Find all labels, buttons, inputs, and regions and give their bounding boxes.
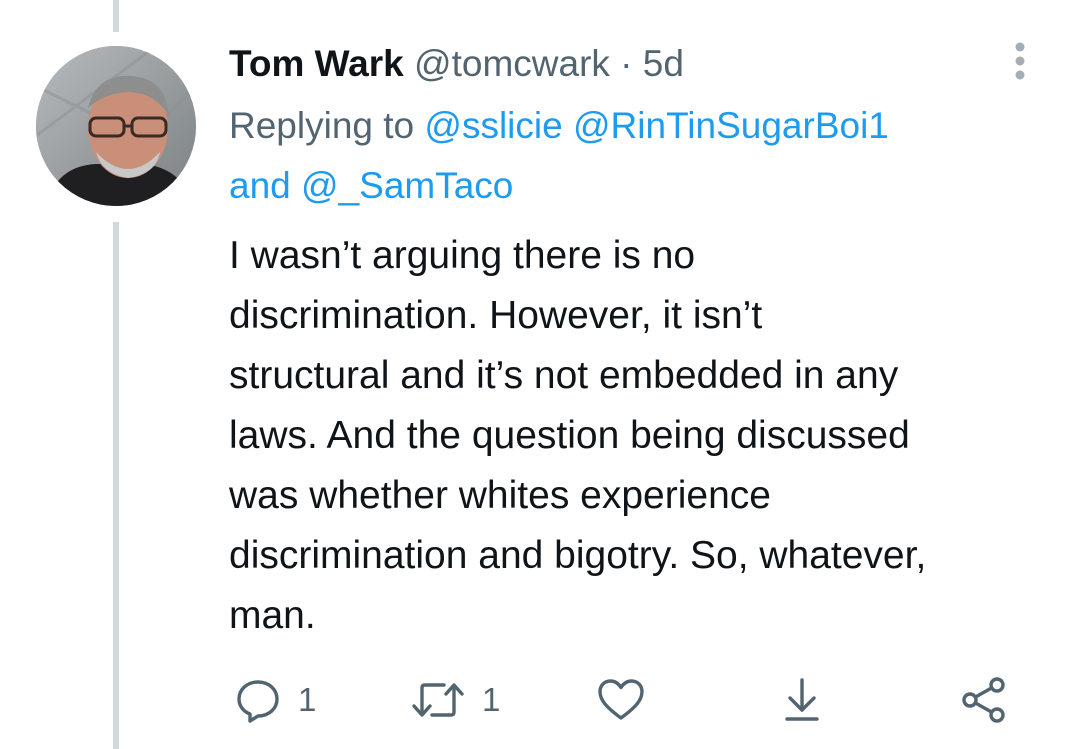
reply-button[interactable]: 1 [234, 672, 316, 728]
tweet-header: Tom Wark @tomcwark · 5d [229, 40, 684, 88]
thread-line-bottom [113, 222, 119, 749]
replying-to-line-1: Replying to @sslicie @RinTinSugarBoi1 [229, 102, 889, 150]
author-handle[interactable]: @tomcwark [414, 43, 610, 84]
tweet-text-line: man. [229, 594, 316, 637]
tweet-text-line: was whether whites experience [229, 474, 771, 517]
tweet-text: I wasn’t arguing there is no discriminat… [229, 226, 1049, 646]
avatar[interactable] [36, 46, 196, 206]
reply-icon [234, 676, 282, 724]
tweet-text-line: discrimination and bigotry. So, whatever… [229, 534, 927, 577]
tweet-text-line: I wasn’t arguing there is no [229, 234, 696, 277]
download-button[interactable] [780, 672, 824, 728]
like-icon [596, 676, 646, 724]
mention-samtaco[interactable]: @_SamTaco [301, 165, 513, 206]
retweet-count: 1 [482, 681, 501, 718]
download-icon [780, 676, 824, 724]
like-button[interactable] [596, 672, 646, 728]
tweet-text-line: discrimination. However, it isn’t [229, 294, 763, 337]
replying-to-label: Replying to [229, 105, 415, 146]
share-icon [960, 676, 1008, 724]
retweet-icon [410, 676, 466, 724]
retweet-button[interactable]: 1 [410, 672, 500, 728]
reply-count: 1 [298, 681, 317, 718]
tweet-timestamp[interactable]: 5d [643, 43, 684, 84]
share-button[interactable] [960, 672, 1008, 728]
thread-line-top [113, 0, 119, 32]
tweet-text-line: laws. And the question being discussed [229, 414, 910, 457]
more-icon[interactable] [1002, 40, 1038, 86]
author-name[interactable]: Tom Wark [229, 43, 404, 84]
mention-sslicie[interactable]: @sslicie [424, 105, 562, 146]
mention-rintinsugarboi1[interactable]: @RinTinSugarBoi1 [573, 105, 889, 146]
header-separator: · [620, 43, 633, 84]
tweet-text-line: structural and it’s not embedded in any [229, 354, 899, 397]
replying-to-line-2: and @_SamTaco [229, 162, 513, 210]
avatar-photo [36, 46, 196, 206]
replying-and-label[interactable]: and [229, 165, 291, 206]
tweet-actions: 1 1 [0, 672, 1080, 732]
